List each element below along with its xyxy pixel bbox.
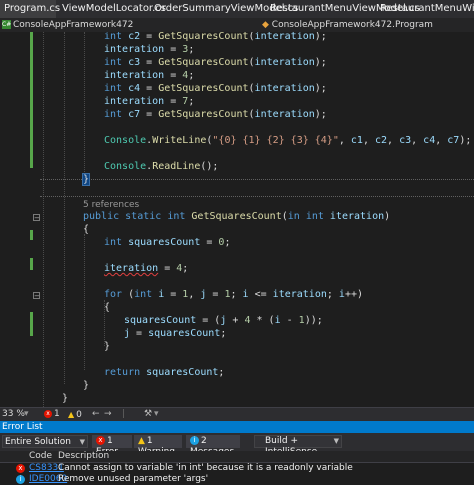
code-line: Console.WriteLine("{0} {1} {2} {3} {4}",… — [104, 135, 472, 146]
code-line: int c4 = GetSquaresCount(interation); — [104, 83, 327, 94]
code-line: interation = 7; — [104, 96, 195, 107]
error-list-toolbar: Entire Solution ▼ x1 Error ▲1 Warning i2… — [0, 433, 474, 457]
code-line: } — [104, 341, 111, 352]
indent-guide — [84, 32, 85, 180]
editor-status-bar: 33 % ▾ x1 ▲ 0 ← → | ⚒ ▾ — [0, 407, 474, 421]
error-count[interactable]: x1 — [44, 408, 60, 421]
brush-dropdown-icon[interactable]: ▾ — [154, 408, 159, 421]
project-name: ConsoleAppFramework472 — [13, 20, 134, 30]
warnings-filter-button[interactable]: ▲1 Warning — [134, 435, 182, 457]
brush-icon[interactable]: ⚒ — [144, 408, 152, 421]
column-description[interactable]: Description — [58, 451, 109, 462]
warning-icon: ▲ — [68, 410, 75, 419]
code-line: j = squaresCount; — [124, 328, 227, 339]
code-line: int c7 = GetSquaresCount(interation); — [104, 109, 327, 120]
warning-count-value: 0 — [76, 410, 82, 420]
tab-restaurantmenuwindow-xaml[interactable]: RestaurantMenuWindow.xa — [376, 0, 474, 18]
warning-icon: ▲ — [138, 436, 145, 446]
csharp-project-icon: C# — [2, 20, 12, 29]
scope-dropdown[interactable]: Entire Solution ▼ — [2, 435, 88, 448]
code-line: Console.ReadLine(); — [104, 161, 219, 172]
scope-value: Entire Solution — [5, 437, 71, 447]
code-line: iteration = 4; — [104, 263, 189, 274]
error-list-title: Error List — [0, 421, 474, 433]
collapse-toggle[interactable]: − — [33, 214, 40, 222]
tab-viewmodellocator-cs[interactable]: ViewModelLocator.cs — [58, 0, 166, 18]
class-dropdown[interactable]: ◆ ConsoleAppFramework472.Program — [262, 19, 433, 31]
error-description: Cannot assign to variable 'in int' becau… — [58, 463, 353, 473]
tab-ordersummaryviewmodel-cs[interactable]: OrderSummaryViewModel.cs — [150, 0, 298, 18]
error-icon: x — [96, 436, 105, 445]
warning-count[interactable]: ▲ 0 — [68, 408, 82, 422]
tab-label: Program.cs — [4, 3, 61, 14]
change-indicator — [30, 312, 33, 336]
chevron-down-icon: ▼ — [79, 438, 85, 446]
line-separator — [40, 179, 474, 180]
code-line: } — [81, 173, 91, 186]
tab-restaurantmenuviewmodel-cs[interactable]: RestaurantMenuViewModel.cs — [266, 0, 420, 18]
error-icon: x — [44, 409, 52, 418]
change-indicator — [30, 230, 33, 240]
navigate-back-icon[interactable]: ← — [92, 408, 100, 421]
class-icon: ◆ — [262, 20, 269, 30]
code-line: interation = 4; — [104, 70, 195, 81]
column-code[interactable]: Code — [29, 451, 52, 462]
code-line: { — [83, 224, 90, 235]
document-tab-strip: Program.cs ViewModelLocator.cs OrderSumm… — [0, 0, 474, 18]
error-list-row[interactable]: x CS8331 Cannot assign to variable 'in i… — [0, 463, 474, 474]
errors-filter-button[interactable]: x1 Error — [92, 435, 132, 457]
code-line: public static int GetSquaresCount(in int… — [83, 211, 391, 222]
code-line: } — [83, 380, 90, 391]
tab-label: RestaurantMenuWindow.xa — [380, 3, 474, 14]
zoom-dropdown-icon[interactable]: ▾ — [24, 408, 29, 421]
class-name: ConsoleAppFramework472.Program — [271, 20, 433, 30]
code-line: int c2 = GetSquaresCount(interation); — [104, 32, 327, 42]
change-indicator — [30, 258, 33, 270]
navigate-forward-icon[interactable]: → — [104, 408, 112, 421]
code-line: int squaresCount = 0; — [104, 237, 231, 248]
code-line: { — [104, 302, 111, 313]
indent-guide — [64, 32, 65, 384]
change-indicator — [30, 32, 33, 168]
error-icon: x — [16, 464, 25, 473]
indent-guide — [84, 234, 85, 370]
chevron-down-icon: ▼ — [333, 437, 339, 445]
code-line: } — [62, 393, 69, 404]
code-line: squaresCount = (j + 4 * (i - 1)); — [124, 315, 323, 326]
code-editor[interactable]: − − int c2 = GetSquaresCount(interation)… — [0, 32, 474, 407]
toolbar-divider: | — [122, 409, 126, 419]
error-list-header: Code Description — [0, 451, 474, 463]
code-line: for (int i = 1, j = 1; i <= iteration; i… — [104, 289, 363, 300]
code-line: return squaresCount; — [104, 367, 225, 378]
zoom-level[interactable]: 33 % — [2, 408, 25, 421]
indent-guide — [43, 32, 44, 407]
codelens-references[interactable]: 5 references — [83, 200, 139, 210]
build-source-dropdown[interactable]: Build + IntelliSense ▼ — [254, 435, 342, 457]
navigation-bar: C# ConsoleAppFramework472 ◆ ConsoleAppFra… — [0, 18, 474, 33]
tab-program-cs[interactable]: Program.cs — [0, 0, 60, 18]
messages-filter-button[interactable]: i2 Messages — [186, 435, 240, 457]
project-dropdown[interactable]: C# ConsoleAppFramework472 — [2, 19, 133, 31]
collapse-toggle[interactable]: − — [33, 292, 40, 300]
error-count-value: 1 — [54, 409, 60, 419]
code-line: interation = 3; — [104, 44, 195, 55]
info-icon: i — [190, 436, 199, 445]
line-separator — [40, 196, 474, 197]
code-line: int c3 = GetSquaresCount(interation); — [104, 57, 327, 68]
